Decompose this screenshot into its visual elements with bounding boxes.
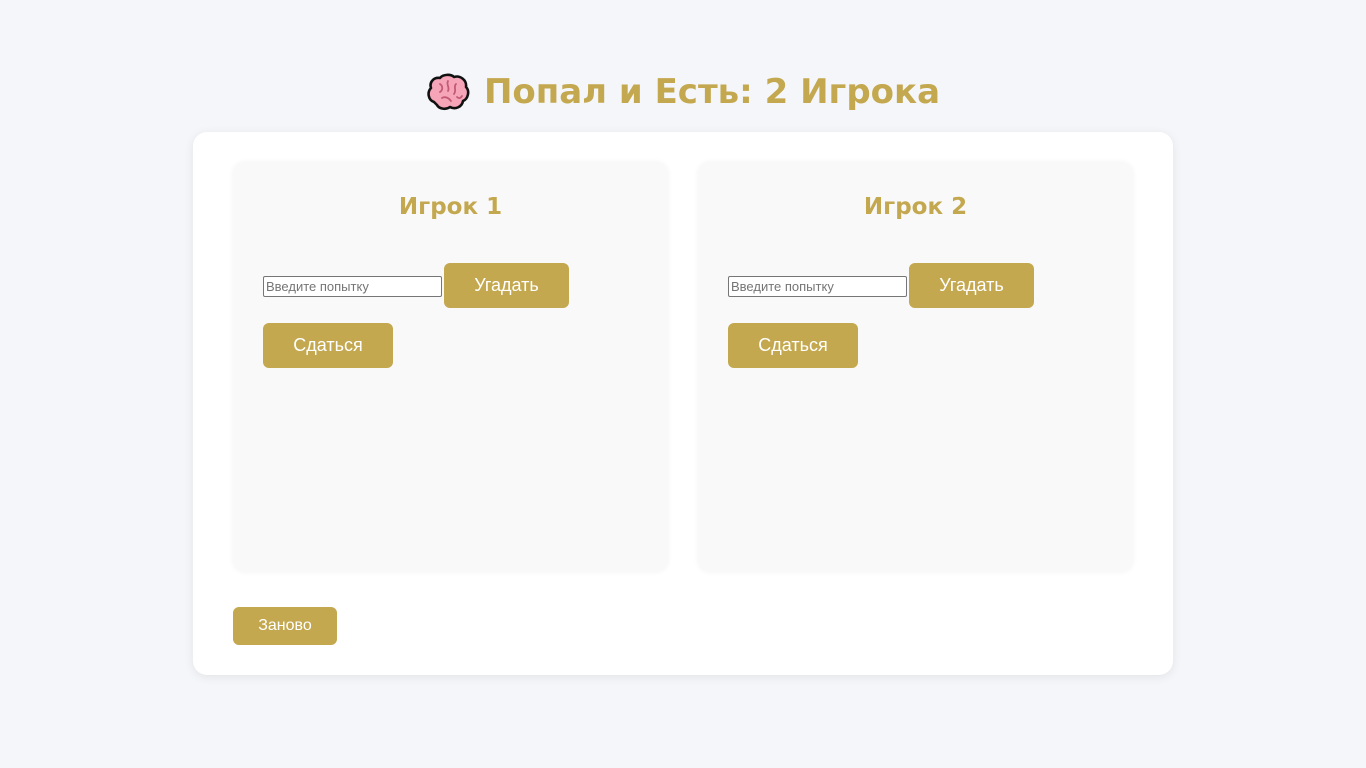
guess-button[interactable]: Угадать — [444, 263, 569, 308]
surrender-button[interactable]: Сдаться — [263, 323, 393, 368]
brain-icon — [426, 72, 470, 112]
player-title: Игрок 2 — [863, 194, 968, 220]
player-panel-1: Игрок 1 Угадать Сдаться — [233, 162, 668, 572]
guess-input[interactable] — [263, 276, 442, 297]
surrender-button[interactable]: Сдаться — [728, 323, 858, 368]
guess-button[interactable]: Угадать — [909, 263, 1034, 308]
restart-button[interactable]: Заново — [233, 607, 337, 645]
page-title: Попал и Есть: 2 Игрока — [483, 72, 941, 112]
player-panel-2: Игрок 2 Угадать Сдаться — [698, 162, 1133, 572]
page-header: Попал и Есть: 2 Игрока — [0, 64, 1366, 120]
player-title: Игрок 1 — [398, 194, 503, 220]
game-card: Игрок 1 Угадать Сдаться Игрок 2 Угадать … — [193, 132, 1173, 675]
guess-input[interactable] — [728, 276, 907, 297]
